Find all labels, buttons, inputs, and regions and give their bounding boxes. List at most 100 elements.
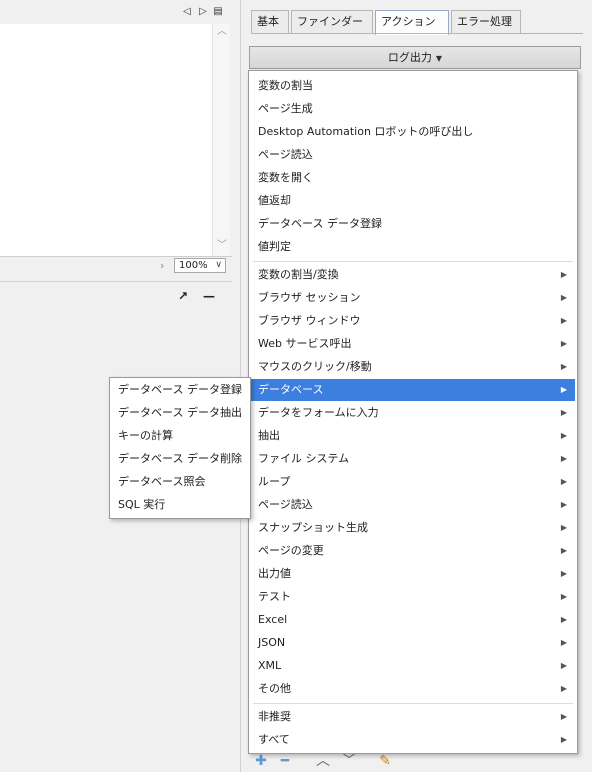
menu-item-label: 値返却 <box>258 194 291 207</box>
menu-item[interactable]: Desktop Automation ロボットの呼び出し <box>251 121 575 143</box>
menu-item-label: データベース データ登録 <box>258 217 382 230</box>
submenu-arrow-icon: ▶ <box>560 477 567 486</box>
submenu-item[interactable]: データベース データ削除 <box>112 448 248 470</box>
submenu-arrow-icon: ▶ <box>560 454 567 463</box>
triangle-left-icon[interactable]: ◁ <box>180 4 194 18</box>
menu-item[interactable]: データベース データ登録 <box>251 213 575 235</box>
action-dropdown-button[interactable]: ログ出力 ▼ <box>249 46 581 69</box>
triangle-right-icon[interactable]: ▷ <box>196 4 210 18</box>
menu-item[interactable]: 変数の割当 <box>251 75 575 97</box>
page-view-canvas[interactable] <box>0 24 230 256</box>
menu-item[interactable]: ページの変更 ▶ <box>251 540 575 562</box>
scroll-up-icon[interactable]: ︿ <box>216 26 228 38</box>
menu-item[interactable]: ループ ▶ <box>251 471 575 493</box>
vertical-scrollbar[interactable]: ︿ ﹀ <box>212 24 230 256</box>
minus-icon[interactable]: — <box>202 288 216 304</box>
menu-item-label: すべて <box>258 733 290 746</box>
chevron-down-icon: ∨ <box>215 260 222 270</box>
menu-separator <box>253 261 573 262</box>
panel-tools: ↗ — <box>176 288 226 304</box>
zoom-row: › 100% ∨ <box>0 256 232 274</box>
menu-item[interactable]: JSON ▶ <box>251 632 575 654</box>
tab-bar: 基本 ファインダー アクション エラー処理 <box>251 10 591 35</box>
submenu-arrow-icon: ▶ <box>560 523 567 532</box>
menu-item[interactable]: テスト ▶ <box>251 586 575 608</box>
menu-item[interactable]: 抽出 ▶ <box>251 425 575 447</box>
menu-item[interactable]: XML ▶ <box>251 655 575 677</box>
minus-icon[interactable]: ━ <box>277 752 293 770</box>
submenu-arrow-icon: ▶ <box>560 500 567 509</box>
submenu-arrow-icon: ▶ <box>560 362 567 371</box>
menu-item-label: ファイル システム <box>258 452 350 465</box>
tab-action[interactable]: アクション <box>375 10 449 35</box>
submenu-arrow-icon: ▶ <box>560 293 567 302</box>
menu-item[interactable]: ページ読込 ▶ <box>251 494 575 516</box>
menu-item-label: 抽出 <box>258 429 280 442</box>
plus-icon[interactable]: ✚ <box>253 752 269 770</box>
menu-item-label: テスト <box>258 590 291 603</box>
menu-item-label: スナップショット生成 <box>258 521 368 534</box>
menu-item-label: Excel <box>258 613 288 626</box>
list-icon[interactable]: ▤ <box>211 4 225 18</box>
menu-item-label: 変数を開く <box>258 171 313 184</box>
submenu-arrow-icon: ▶ <box>560 712 567 721</box>
menu-item-label: 変数の割当 <box>258 79 313 92</box>
chevron-right-icon[interactable]: › <box>160 259 170 273</box>
submenu-item[interactable]: データベース データ抽出 <box>112 402 248 424</box>
menu-item[interactable]: 出力値 ▶ <box>251 563 575 585</box>
menu-item-label: 非推奨 <box>258 710 291 723</box>
scroll-down-icon[interactable]: ﹀ <box>216 240 228 252</box>
submenu-arrow-icon: ▶ <box>560 569 567 578</box>
chevron-up-icon[interactable]: ︿ <box>315 752 331 770</box>
bottom-toolbar: ✚ ━ ︿ ﹀ ✎ <box>249 752 409 772</box>
submenu-arrow-icon: ▶ <box>560 408 567 417</box>
submenu-arrow-icon: ▶ <box>560 638 567 647</box>
menu-item[interactable]: すべて ▶ <box>251 729 575 751</box>
menu-item-label: Desktop Automation ロボットの呼び出し <box>258 125 474 138</box>
menu-item[interactable]: その他 ▶ <box>251 678 575 700</box>
submenu-arrow-icon: ▶ <box>560 592 567 601</box>
menu-item[interactable]: スナップショット生成 ▶ <box>251 517 575 539</box>
menu-item-label: XML <box>258 659 282 672</box>
menu-item[interactable]: Web サービス呼出 ▶ <box>251 333 575 355</box>
menu-item[interactable]: ブラウザ ウィンドウ ▶ <box>251 310 575 332</box>
menu-item[interactable]: ページ読込 <box>251 144 575 166</box>
submenu-arrow-icon: ▶ <box>560 385 567 394</box>
menu-item-label: Web サービス呼出 <box>258 337 352 350</box>
menu-item[interactable]: 値返却 <box>251 190 575 212</box>
chevron-down-icon[interactable]: ﹀ <box>341 752 357 770</box>
arrow-diagonal-icon[interactable]: ↗ <box>176 288 190 304</box>
menu-item[interactable]: 変数を開く <box>251 167 575 189</box>
menu-item[interactable]: ブラウザ セッション ▶ <box>251 287 575 309</box>
submenu-item[interactable]: データベース照会 <box>112 471 248 493</box>
tab-underline <box>251 33 583 34</box>
submenu-arrow-icon: ▶ <box>560 735 567 744</box>
menu-item[interactable]: マウスのクリック/移動 ▶ <box>251 356 575 378</box>
submenu-item[interactable]: SQL 実行 <box>112 494 248 516</box>
submenu-arrow-icon: ▶ <box>560 316 567 325</box>
menu-item-label: ループ <box>258 475 291 488</box>
menu-item-label: マウスのクリック/移動 <box>258 360 372 373</box>
zoom-select[interactable]: 100% ∨ <box>174 258 226 273</box>
menu-item[interactable]: 値判定 <box>251 236 575 258</box>
submenu-item[interactable]: キーの計算 <box>112 425 248 447</box>
menu-item[interactable]: データベース ▶ <box>251 379 575 401</box>
menu-item[interactable]: 変数の割当/変換 ▶ <box>251 264 575 286</box>
menu-item[interactable]: 非推奨 ▶ <box>251 706 575 728</box>
menu-item-label: ページ生成 <box>258 102 313 115</box>
submenu-item[interactable]: データベース データ登録 <box>112 379 248 401</box>
submenu-arrow-icon: ▶ <box>560 546 567 555</box>
menu-item-label: ブラウザ セッション <box>258 291 361 304</box>
menu-item[interactable]: ファイル システム ▶ <box>251 448 575 470</box>
tab-error-handling[interactable]: エラー処理 <box>451 10 521 34</box>
tab-basic[interactable]: 基本 <box>251 10 289 34</box>
menu-item[interactable]: データをフォームに入力 ▶ <box>251 402 575 424</box>
submenu-arrow-icon: ▶ <box>560 661 567 670</box>
submenu-arrow-icon: ▶ <box>560 339 567 348</box>
caret-down-icon: ▼ <box>435 54 443 63</box>
menu-item[interactable]: ページ生成 <box>251 98 575 120</box>
menu-item[interactable]: Excel ▶ <box>251 609 575 631</box>
submenu-arrow-icon: ▶ <box>560 431 567 440</box>
edit-icon[interactable]: ✎ <box>377 752 393 770</box>
tab-finder[interactable]: ファインダー <box>291 10 373 34</box>
